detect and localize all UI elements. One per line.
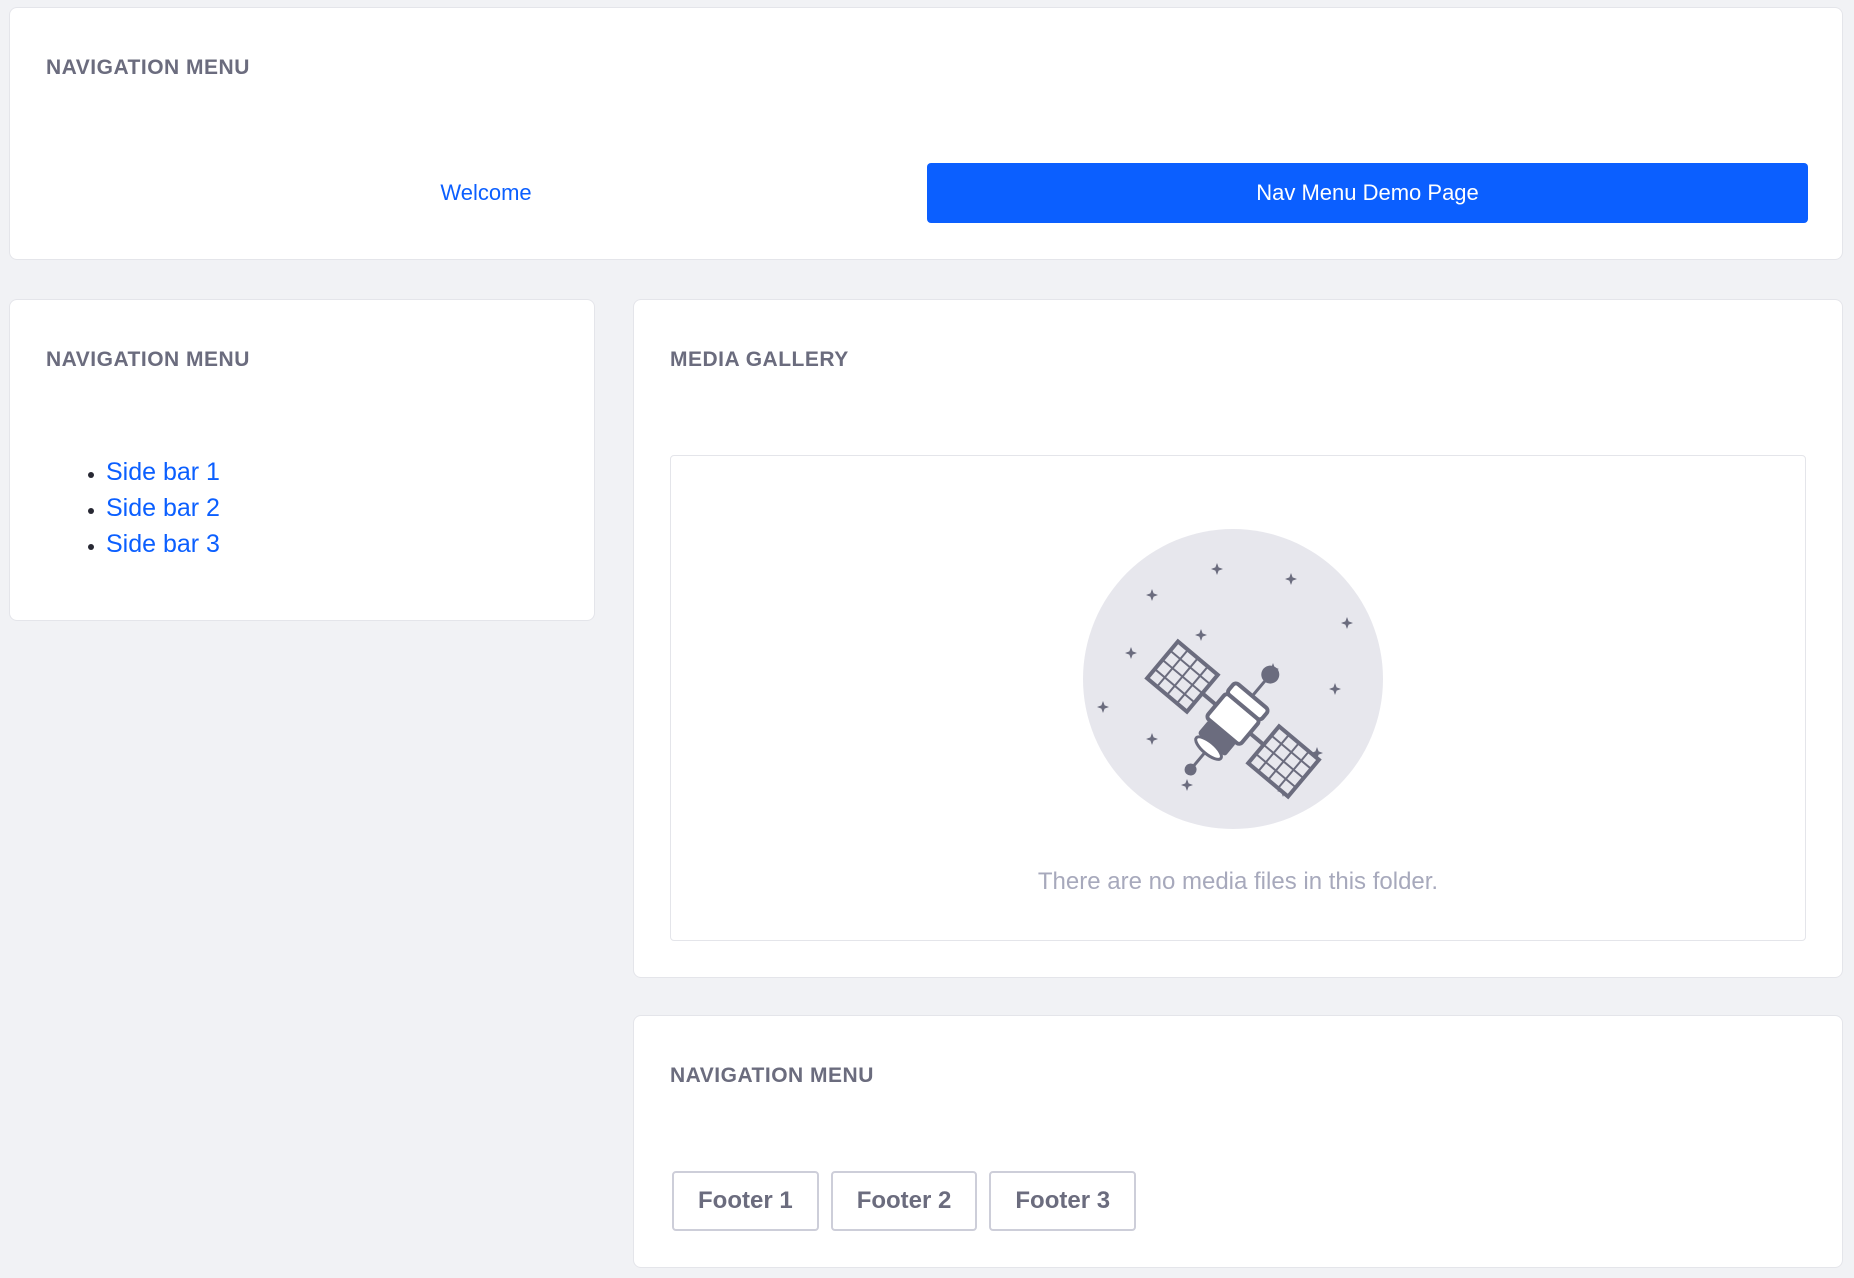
list-item: Side bar 3 [106, 526, 220, 562]
nav-link-welcome[interactable]: Welcome [46, 163, 926, 223]
footer-2-button[interactable]: Footer 2 [830, 1171, 978, 1231]
footer-1-button[interactable]: Footer 1 [672, 1171, 819, 1231]
top-navigation-card: NAVIGATION MENU Welcome Nav Menu Demo Pa… [9, 7, 1843, 260]
footer-navigation-title: NAVIGATION MENU [670, 1064, 874, 1087]
side-navigation-card: NAVIGATION MENU Side bar 1 Side bar 2 Si… [9, 299, 595, 621]
footer-button-group: Footer 1 Footer 2 Footer 3 [672, 1171, 1137, 1231]
side-bar-link-2[interactable]: Side bar 2 [106, 494, 220, 522]
footer-3-button[interactable]: Footer 3 [989, 1171, 1137, 1231]
side-bar-link-3[interactable]: Side bar 3 [106, 530, 220, 558]
nav-link-nav-menu-demo-page[interactable]: Nav Menu Demo Page [927, 163, 1808, 223]
media-gallery-empty-state: There are no media files in this folder. [670, 455, 1806, 941]
list-item: Side bar 1 [106, 454, 220, 490]
empty-state-message: There are no media files in this folder. [1037, 868, 1439, 895]
satellite-icon [1083, 529, 1383, 829]
media-gallery-card: MEDIA GALLERY There are no media files i… [633, 299, 1843, 978]
side-navigation-list: Side bar 1 Side bar 2 Side bar 3 [106, 454, 220, 562]
media-gallery-title: MEDIA GALLERY [670, 348, 849, 371]
footer-navigation-card: NAVIGATION MENU Footer 1 Footer 2 Footer… [633, 1015, 1843, 1268]
list-item: Side bar 2 [106, 490, 220, 526]
top-navigation-title: NAVIGATION MENU [46, 56, 250, 79]
side-bar-link-1[interactable]: Side bar 1 [106, 458, 220, 486]
side-navigation-title: NAVIGATION MENU [46, 348, 250, 371]
